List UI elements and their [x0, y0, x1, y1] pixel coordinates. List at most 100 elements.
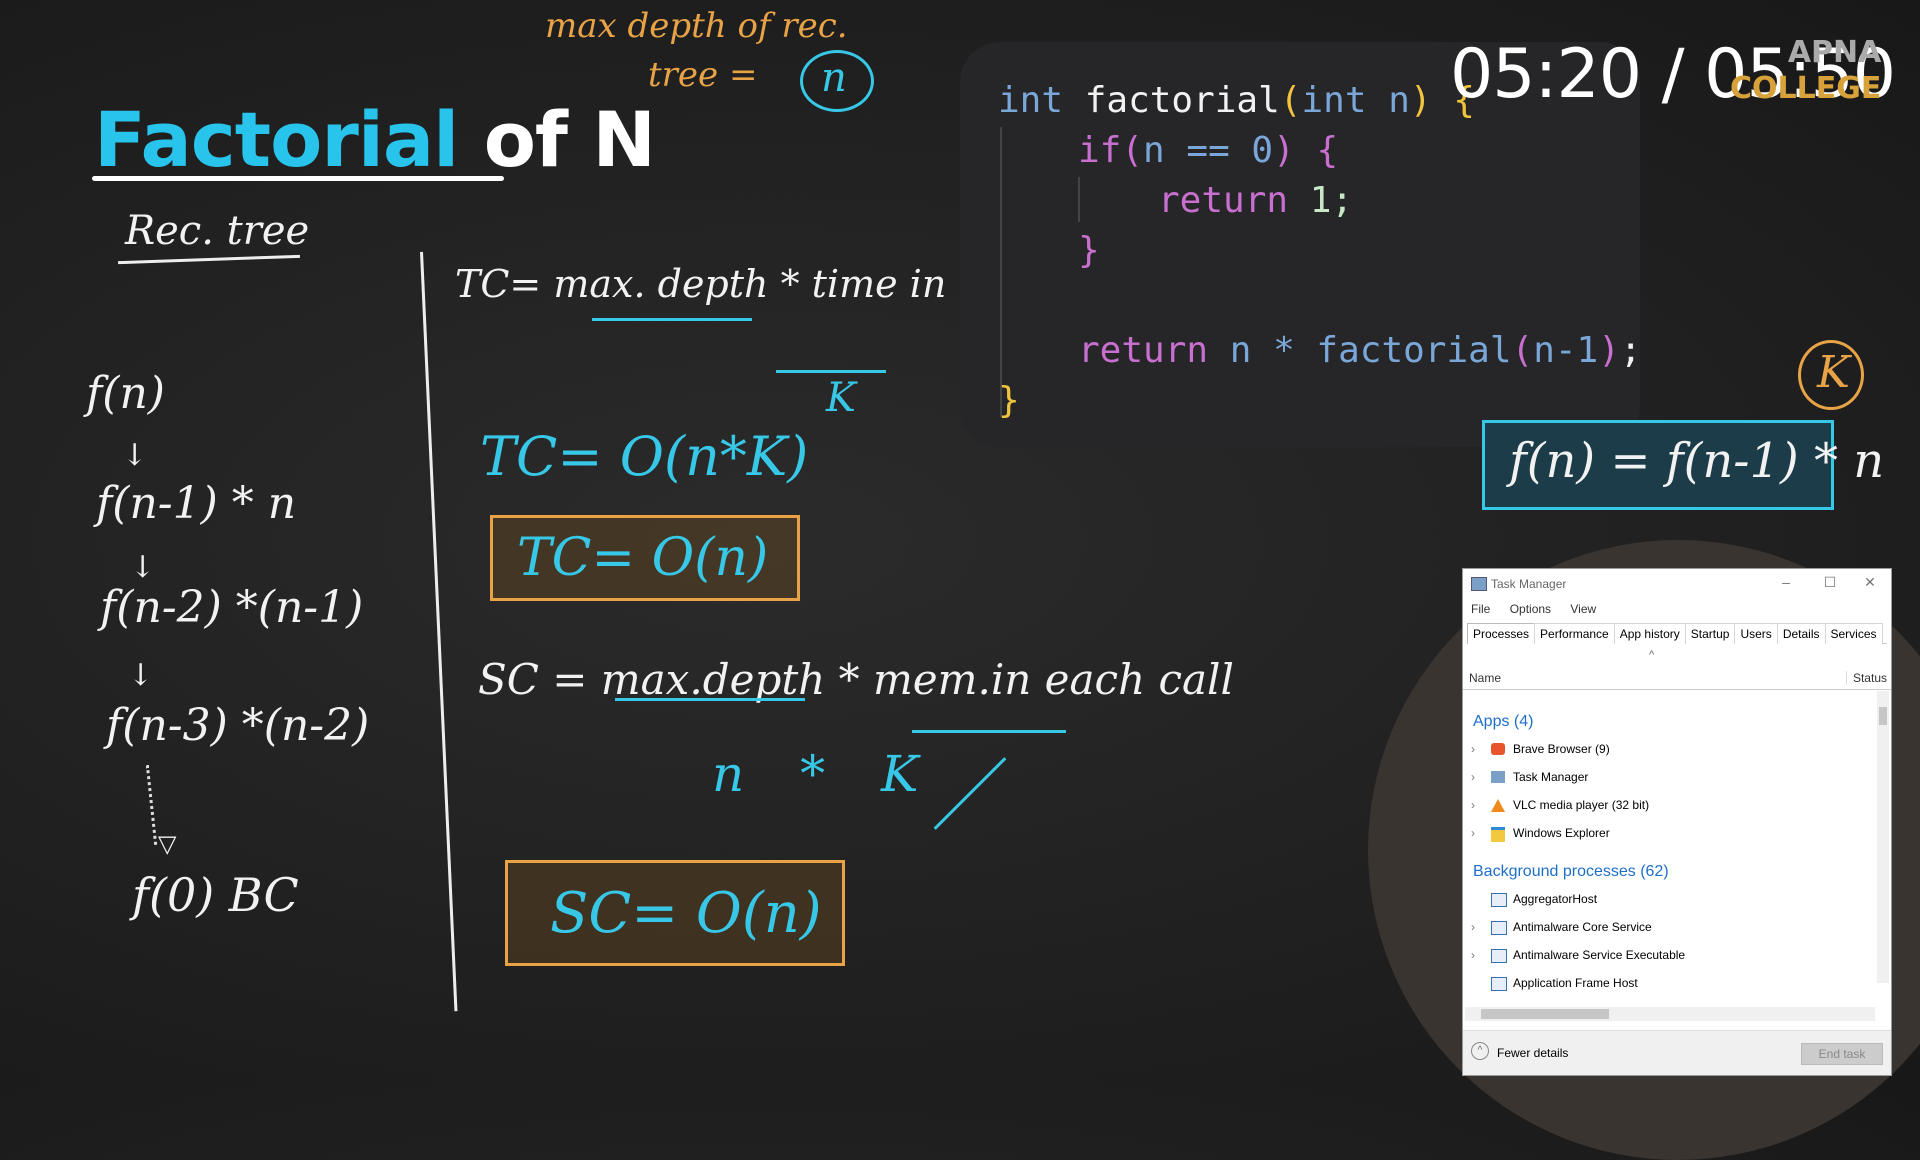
process-row[interactable]: Application Frame Host — [1463, 973, 1863, 995]
tab-services[interactable]: Services — [1824, 623, 1883, 644]
rec-tree-label: Rec. tree — [125, 208, 310, 254]
window-title: Task Manager — [1491, 577, 1567, 591]
recursion-step-4: f(n-3) *(n-2) — [106, 700, 370, 751]
column-header: Name Status — [1463, 669, 1891, 690]
expand-chevron-icon[interactable]: › — [1471, 770, 1475, 784]
k-circle: K — [1798, 340, 1864, 410]
recurrence-box: f(n) = f(n-1) * n — [1482, 420, 1884, 510]
process-name: Brave Browser (9) — [1513, 742, 1610, 756]
process-row[interactable]: › Task Manager — [1463, 767, 1863, 789]
process-name: VLC media player (32 bit) — [1513, 798, 1650, 812]
page-title: Factorial of N — [94, 95, 656, 184]
arrow-down-icon: ↓ — [122, 438, 148, 473]
tc-time-underline — [776, 370, 886, 373]
horizontal-scrollbar[interactable] — [1465, 1007, 1875, 1021]
rec-tree-underline — [118, 254, 300, 265]
max-depth-note-line2: tree = — [648, 55, 758, 95]
tc-result-box: TC= O(n) — [490, 515, 800, 601]
scrollbar-thumb[interactable] — [1481, 1009, 1609, 1019]
process-icon — [1491, 893, 1507, 907]
code-line-4: } — [1078, 230, 1100, 271]
tc-final: TC= O(n) — [517, 528, 769, 588]
brave-icon — [1491, 743, 1505, 755]
tc-k-value: K — [826, 375, 856, 421]
process-icon — [1491, 921, 1507, 935]
recurrence-formula: f(n) = f(n-1) * n — [1509, 433, 1885, 489]
process-row[interactable]: › Antimalware Core Service — [1463, 917, 1863, 939]
scrollbar-thumb[interactable] — [1879, 707, 1887, 725]
apps-group-header: Apps (4) — [1473, 713, 1534, 730]
tc-max-depth-underline — [592, 318, 752, 321]
code-line-2: if(n == 0) { — [1078, 130, 1339, 171]
sc-final: SC= O(n) — [550, 881, 822, 946]
folder-icon — [1491, 827, 1505, 842]
title-of-n: of N — [483, 95, 656, 184]
expand-chevron-icon[interactable]: › — [1471, 920, 1475, 934]
fewer-details-link[interactable]: Fewer details — [1497, 1046, 1568, 1060]
process-row[interactable]: › Brave Browser (9) — [1463, 739, 1863, 761]
menu-bar: File Options View — [1471, 602, 1612, 616]
k-strike — [933, 757, 1007, 830]
menu-view[interactable]: View — [1570, 602, 1596, 616]
process-row[interactable]: › Antimalware Service Executable — [1463, 945, 1863, 967]
tab-performance[interactable]: Performance — [1534, 623, 1615, 644]
column-status[interactable]: Status — [1845, 671, 1887, 685]
vertical-scrollbar[interactable] — [1877, 691, 1889, 983]
channel-logo: APNA COLLEGE — [1730, 35, 1881, 107]
vlc-icon — [1491, 799, 1505, 812]
process-name: Windows Explorer — [1513, 826, 1610, 840]
indent-guide — [1078, 177, 1080, 222]
process-name: Application Frame Host — [1513, 976, 1638, 990]
process-name: Antimalware Service Executable — [1513, 948, 1686, 962]
logo-line-2: COLLEGE — [1730, 71, 1882, 106]
column-name[interactable]: Name — [1469, 671, 1501, 685]
sc-terms: n * K — [712, 745, 919, 803]
code-line-6: return n * factorial(n-1); — [1078, 330, 1642, 371]
recursion-step-1: f(n) — [86, 368, 165, 419]
task-manager-icon — [1471, 577, 1487, 591]
expand-chevron-icon[interactable]: › — [1471, 798, 1475, 812]
chevron-up-icon[interactable]: ^ — [1471, 1042, 1489, 1060]
code-line-7: } — [998, 380, 1020, 421]
maximize-icon[interactable]: ☐ — [1815, 574, 1845, 591]
process-row[interactable]: AggregatorHost — [1463, 889, 1863, 911]
sort-chevron-icon[interactable]: ^ — [1649, 649, 1654, 661]
process-name: AggregatorHost — [1513, 892, 1598, 906]
minimize-icon[interactable]: – — [1771, 574, 1801, 590]
expand-chevron-icon[interactable]: › — [1471, 948, 1475, 962]
tab-bar: Processes Performance App history Startup Us… — [1467, 623, 1887, 644]
tab-users[interactable]: Users — [1734, 623, 1778, 644]
process-icon — [1491, 949, 1507, 963]
title-underline — [92, 176, 504, 181]
sc-mem-underline — [912, 730, 1066, 733]
code-line-3: return 1; — [1158, 180, 1354, 221]
k-circle-label: K — [1817, 347, 1850, 398]
menu-file[interactable]: File — [1471, 602, 1490, 616]
process-row[interactable]: › VLC media player (32 bit) — [1463, 795, 1863, 817]
expand-chevron-icon[interactable]: › — [1471, 742, 1475, 756]
process-icon — [1491, 977, 1507, 991]
end-task-button[interactable]: End task — [1801, 1043, 1883, 1065]
task-manager-window: Task Manager – ☐ ✕ File Options View Pro… — [1462, 568, 1892, 1076]
task-manager-icon — [1491, 771, 1505, 783]
expand-chevron-icon[interactable]: › — [1471, 826, 1475, 840]
recursion-step-2: f(n-1) * n — [96, 478, 297, 529]
menu-options[interactable]: Options — [1510, 602, 1551, 616]
sc-max-depth-underline — [615, 698, 805, 701]
task-manager-titlebar[interactable]: Task Manager – ☐ ✕ — [1463, 569, 1891, 599]
close-icon[interactable]: ✕ — [1855, 574, 1885, 591]
arrow-down-icon: ↓ — [130, 550, 156, 585]
max-depth-note-line1: max depth of rec. — [545, 6, 848, 46]
tab-app-history[interactable]: App history — [1613, 623, 1686, 644]
recursion-step-3: f(n-2) *(n-1) — [100, 582, 364, 633]
arrow-down-icon: ▽ — [158, 830, 177, 858]
sc-result-box: SC= O(n) — [505, 860, 845, 966]
indent-guide — [1000, 127, 1002, 417]
process-row[interactable]: › Windows Explorer — [1463, 823, 1863, 845]
tab-processes[interactable]: Processes — [1467, 623, 1536, 644]
tab-details[interactable]: Details — [1776, 623, 1826, 644]
max-depth-circle: n — [800, 50, 874, 112]
dotted-arrow — [145, 765, 158, 845]
logo-line-1: APNA — [1787, 35, 1882, 70]
tab-startup[interactable]: Startup — [1684, 623, 1736, 644]
